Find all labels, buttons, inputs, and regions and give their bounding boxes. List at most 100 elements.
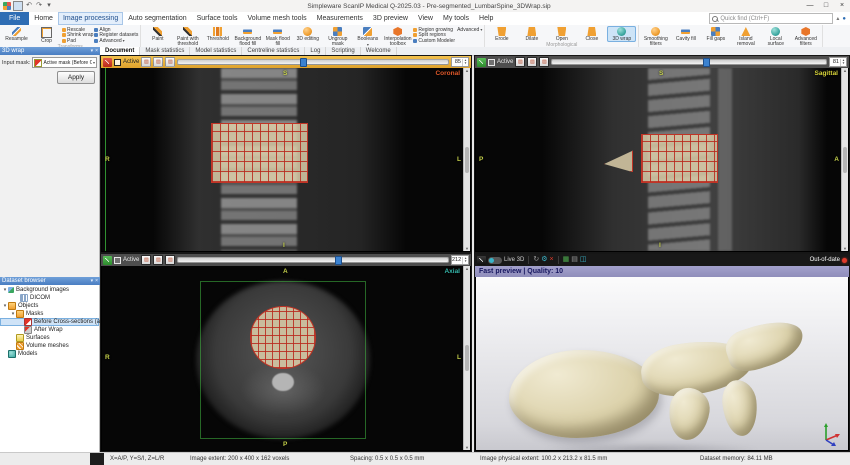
live-3d-toggle[interactable] bbox=[488, 256, 502, 264]
tab-volume-mesh-tools[interactable]: Volume mesh tools bbox=[242, 12, 311, 25]
tree-item-before-cross-sections[interactable]: Before Cross-sections (active) bbox=[0, 318, 114, 326]
tab-document[interactable]: Document bbox=[100, 47, 141, 55]
scroll-thumb[interactable] bbox=[465, 146, 469, 173]
render-settings-icon[interactable]: ⚙ bbox=[541, 256, 547, 264]
cancel-render-icon[interactable]: × bbox=[550, 256, 554, 264]
scroll-up-icon[interactable]: ▲ bbox=[465, 266, 469, 271]
axial-image[interactable]: A P R L Axial bbox=[102, 266, 464, 450]
tab-mask-statistics[interactable]: Mask statistics bbox=[140, 47, 191, 55]
tab-welcome[interactable]: Welcome bbox=[361, 47, 397, 55]
tab-my-tools[interactable]: My tools bbox=[438, 12, 474, 25]
panel-menu-icon[interactable]: ▾ bbox=[91, 278, 94, 284]
tree-item-models[interactable]: Models bbox=[0, 350, 99, 358]
threshold-button[interactable]: Threshold bbox=[203, 26, 232, 48]
grid-view-icon[interactable]: ▤ bbox=[571, 256, 578, 264]
maximize-view-icon[interactable] bbox=[103, 57, 112, 67]
open-button[interactable]: Open bbox=[547, 26, 576, 42]
tree-item-surfaces[interactable]: Surfaces bbox=[0, 334, 99, 342]
scroll-up-icon[interactable]: ▲ bbox=[465, 68, 469, 73]
tree-item-objects[interactable]: ▾ Objects bbox=[0, 302, 99, 310]
tree-item-after-wrap[interactable]: After Wrap bbox=[0, 326, 99, 334]
tab-file[interactable]: File bbox=[0, 12, 30, 25]
tab-view[interactable]: View bbox=[413, 12, 438, 25]
ungroup-mask-button[interactable]: Ungroup mask bbox=[323, 26, 352, 48]
custom-modeler-button[interactable]: Custom Modeler bbox=[413, 38, 482, 44]
scrollbar[interactable]: ▲ ▼ bbox=[463, 266, 470, 450]
close-morph-button[interactable]: Close bbox=[577, 26, 606, 42]
tab-home[interactable]: Home bbox=[29, 12, 58, 25]
overlay-button[interactable]: ▨ bbox=[165, 255, 176, 265]
close-button[interactable]: × bbox=[834, 0, 850, 12]
tab-centreline-statistics[interactable]: Centreline statistics bbox=[242, 47, 306, 55]
3d-render-area[interactable] bbox=[476, 277, 848, 450]
pad-button[interactable]: Pad bbox=[62, 38, 93, 44]
tab-image-processing[interactable]: Image processing bbox=[57, 12, 124, 25]
tab-scripting[interactable]: Scripting bbox=[326, 47, 361, 55]
maximize-view-icon[interactable] bbox=[477, 255, 486, 265]
save-icon[interactable] bbox=[13, 1, 23, 11]
interpolation-toolbox-button[interactable]: Interpolation toolbox bbox=[383, 26, 412, 48]
tab-surface-tools[interactable]: Surface tools bbox=[192, 12, 243, 25]
scrollbar[interactable]: ▲ ▼ bbox=[841, 68, 848, 251]
3d-wrap-button[interactable]: 3D wrap bbox=[607, 26, 637, 43]
screenshot-icon[interactable]: ▦ bbox=[563, 256, 570, 264]
mask-visibility-button[interactable]: ▨ bbox=[515, 57, 526, 67]
maximize-view-icon[interactable] bbox=[477, 57, 486, 67]
scroll-up-icon[interactable]: ▲ bbox=[843, 68, 847, 73]
tab-help[interactable]: Help bbox=[474, 12, 498, 25]
help-icon[interactable]: ● bbox=[842, 16, 846, 22]
maximize-button[interactable]: □ bbox=[818, 0, 834, 12]
background-flood-fill-button[interactable]: Background flood fill bbox=[233, 26, 262, 48]
scrollbar[interactable]: ▲ ▼ bbox=[463, 68, 470, 251]
panel-menu-icon[interactable]: ▾ bbox=[91, 48, 94, 54]
dilate-button[interactable]: Dilate bbox=[517, 26, 546, 42]
scroll-thumb[interactable] bbox=[843, 146, 847, 173]
active-checkbox[interactable] bbox=[114, 256, 121, 264]
slider-handle[interactable] bbox=[299, 58, 307, 67]
transforms-advanced-button[interactable]: Advanced ▾ bbox=[94, 38, 138, 44]
refresh-3d-icon[interactable]: ↻ bbox=[533, 256, 539, 264]
mask-flood-fill-button[interactable]: Mask flood fill bbox=[263, 26, 292, 48]
crosshair-button[interactable]: ▨ bbox=[527, 57, 538, 67]
tree-item-volume-meshes[interactable]: Volume meshes bbox=[0, 342, 99, 350]
slice-spinner[interactable]: 212 ▲ ▼ bbox=[451, 255, 469, 265]
tab-model-statistics[interactable]: Model statistics bbox=[190, 47, 243, 55]
crosshair-button[interactable]: ▨ bbox=[153, 255, 164, 265]
scroll-down-icon[interactable]: ▼ bbox=[843, 246, 847, 251]
tab-log[interactable]: Log bbox=[305, 47, 327, 55]
slider-handle[interactable] bbox=[334, 256, 342, 265]
booleans-button[interactable]: Booleans ▾ bbox=[353, 26, 382, 48]
vertebra-model[interactable] bbox=[501, 302, 821, 450]
slice-spinner[interactable]: 81 ▲ ▼ bbox=[829, 57, 847, 67]
apply-button[interactable]: Apply bbox=[57, 71, 95, 84]
slice-slider[interactable] bbox=[177, 256, 449, 265]
collapse-ribbon-icon[interactable]: ▴ bbox=[836, 15, 839, 22]
input-mask-select[interactable]: Active mask (Before Cross-sectio... ▾ bbox=[32, 57, 97, 68]
3d-editing-button[interactable]: 3D editing bbox=[293, 26, 322, 48]
tree-item-masks[interactable]: ▾ Masks bbox=[0, 310, 99, 318]
tree-item-dicom[interactable]: DICOM bbox=[0, 294, 99, 302]
panel-close-icon[interactable]: × bbox=[95, 278, 98, 284]
maximize-view-icon[interactable] bbox=[103, 255, 112, 265]
scroll-thumb[interactable] bbox=[465, 345, 469, 371]
spin-down-icon[interactable]: ▼ bbox=[463, 259, 468, 264]
tab-3d-preview[interactable]: 3D preview bbox=[368, 12, 413, 25]
spin-down-icon[interactable]: ▼ bbox=[841, 61, 846, 66]
mask-visibility-button[interactable]: ▨ bbox=[141, 255, 152, 265]
tab-measurements[interactable]: Measurements bbox=[312, 12, 368, 25]
active-checkbox[interactable] bbox=[114, 58, 121, 66]
clip-tool-icon[interactable]: ◫ bbox=[580, 256, 587, 264]
scroll-down-icon[interactable]: ▼ bbox=[465, 246, 469, 251]
slider-handle[interactable] bbox=[702, 58, 710, 67]
minimize-button[interactable]: — bbox=[802, 0, 818, 12]
paint-with-threshold-button[interactable]: Paint with threshold bbox=[173, 26, 202, 48]
quick-find-input[interactable]: Quick find (Ctrl+F) bbox=[709, 13, 834, 24]
scroll-down-icon[interactable]: ▼ bbox=[465, 445, 469, 450]
overlay-button[interactable]: ▨ bbox=[539, 57, 550, 67]
resample-button[interactable]: Resample bbox=[2, 26, 31, 44]
coronal-image[interactable]: S I R L Coronal bbox=[102, 68, 464, 251]
active-checkbox[interactable] bbox=[488, 58, 495, 66]
erode-button[interactable]: Erode bbox=[487, 26, 516, 42]
redo-icon[interactable]: ↷ bbox=[35, 2, 43, 10]
sagittal-image[interactable]: S I P A Sagittal bbox=[476, 68, 842, 251]
